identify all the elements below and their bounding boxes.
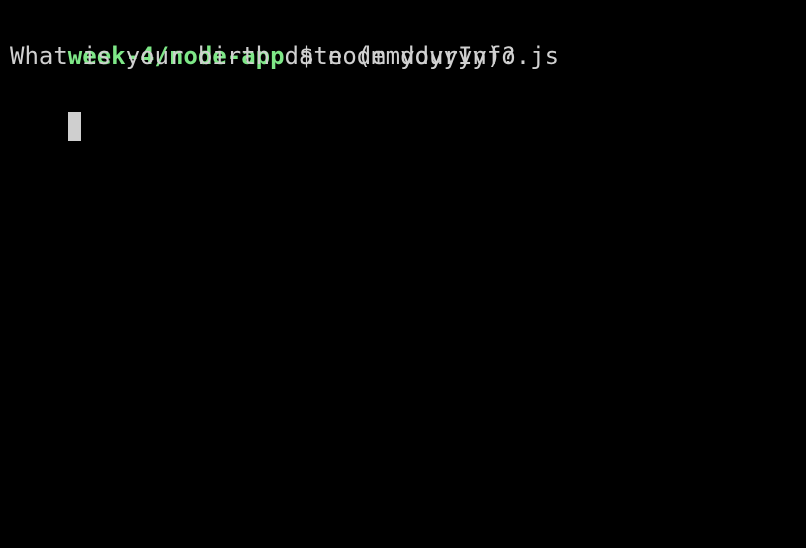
- output-line: What is your birth date (mmddyyyy)?: [10, 42, 516, 70]
- text-cursor: [67, 111, 81, 141]
- terminal-window[interactable]: week-4/node-app $ node yourInfo.js What …: [0, 0, 806, 548]
- input-line[interactable]: [10, 73, 796, 141]
- command-line: week-4/node-app $ node yourInfo.js: [10, 5, 796, 70]
